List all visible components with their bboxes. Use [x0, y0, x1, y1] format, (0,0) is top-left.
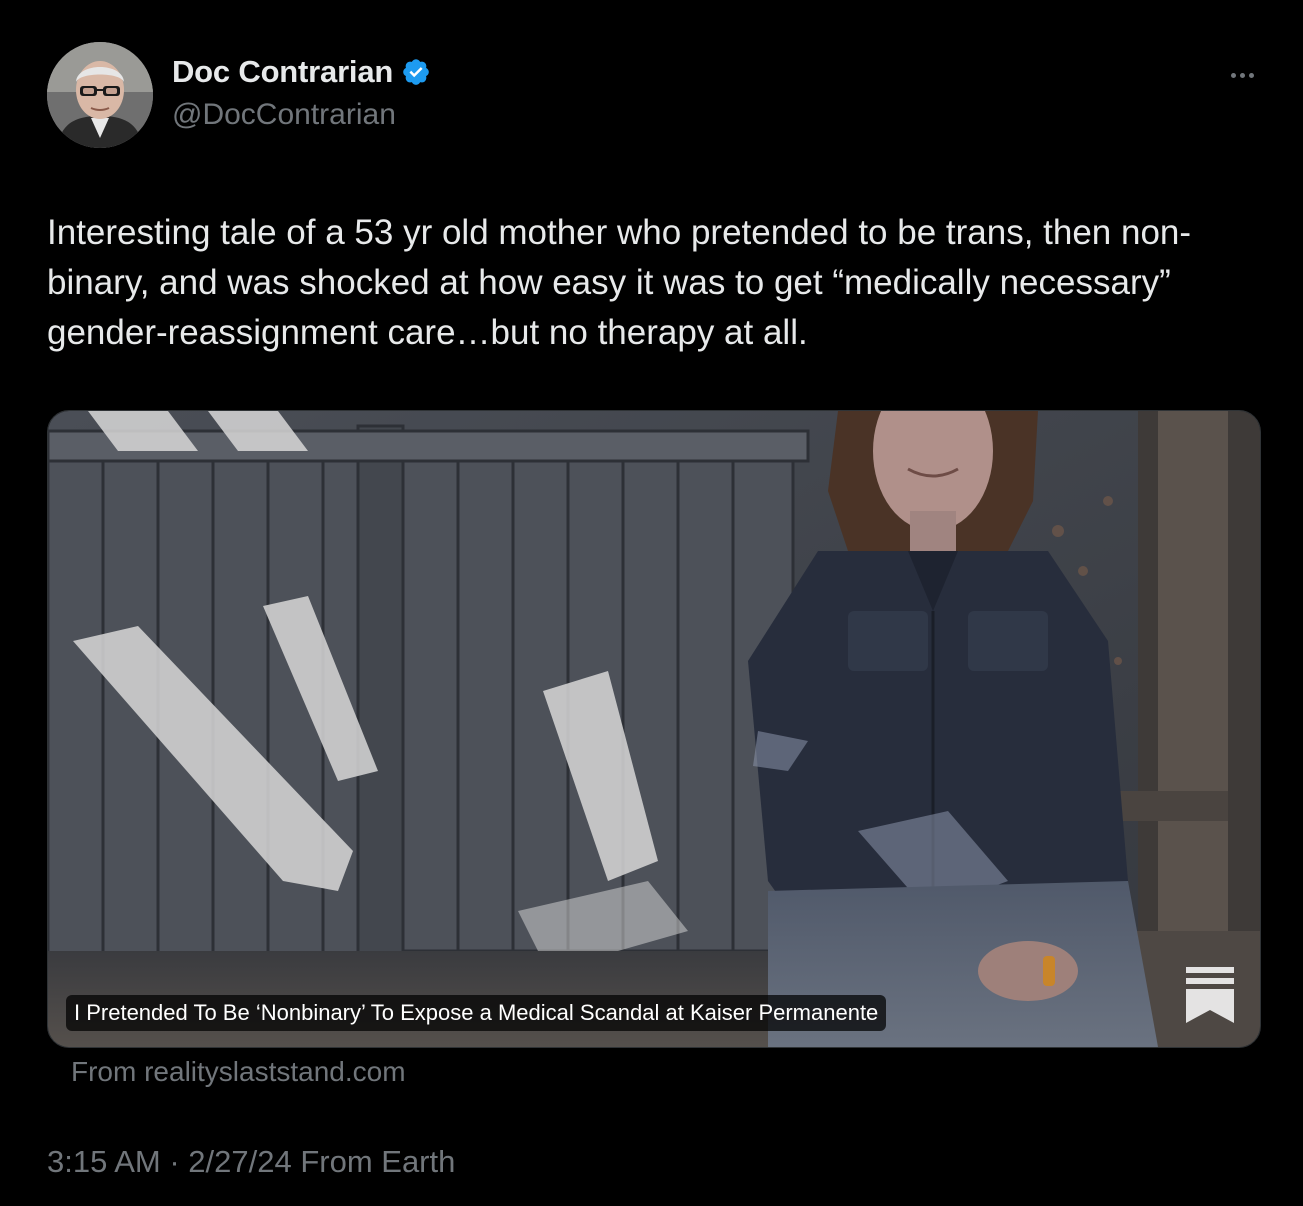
tweet-timestamp[interactable]: 3:15 AM · 2/27/24 From Earth [47, 1144, 455, 1180]
avatar-image [47, 42, 153, 148]
substack-bookmark-icon [1186, 967, 1234, 1023]
link-card[interactable]: I Pretended To Be ‘Nonbinary’ To Expose … [47, 410, 1261, 1048]
more-options-button[interactable] [1222, 60, 1262, 90]
more-dot-icon [1248, 72, 1254, 78]
tweet-text: Interesting tale of a 53 yr old mother w… [47, 213, 1192, 352]
more-dot-icon [1239, 72, 1245, 78]
tweet: Doc Contrarian @DocContrarian Interestin… [0, 0, 1303, 1206]
card-image [48, 411, 1260, 1047]
author-display-name[interactable]: Doc Contrarian [172, 54, 393, 90]
author-handle[interactable]: @DocContrarian [172, 98, 396, 132]
more-dot-icon [1230, 72, 1236, 78]
verified-badge-icon [401, 57, 431, 87]
card-title[interactable]: I Pretended To Be ‘Nonbinary’ To Expose … [66, 995, 887, 1031]
author-avatar[interactable] [47, 42, 153, 148]
card-source[interactable]: From realityslaststand.com [71, 1056, 406, 1088]
author-name-row[interactable]: Doc Contrarian [172, 54, 431, 90]
